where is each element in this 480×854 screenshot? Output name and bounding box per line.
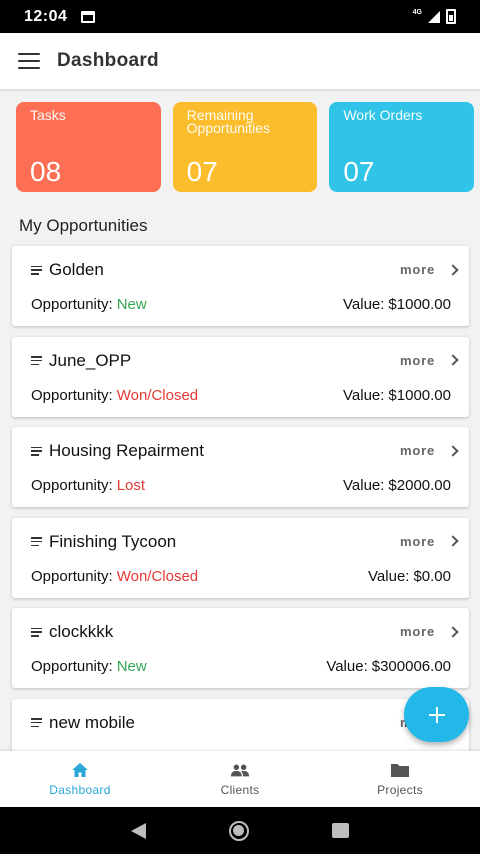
dashboard-content: Tasks 08 Remaining Opportunities 07 Work…	[0, 89, 480, 751]
stat-title: Work Orders	[343, 107, 423, 123]
opportunity-status: New	[116, 296, 147, 313]
list-icon	[31, 265, 42, 275]
opportunity-list: Golden more Opportunity: New Value: $1000.…	[12, 246, 469, 751]
chevron-right-icon	[447, 625, 459, 638]
opportunity-card[interactable]: June_OPP more Opportunity: Won/Closed Val…	[12, 336, 469, 417]
list-icon	[31, 627, 42, 637]
value-prefix: Value:	[343, 296, 385, 313]
more-label: more	[400, 352, 435, 368]
stat-value: 07	[343, 156, 375, 187]
add-opportunity-button[interactable]	[404, 687, 469, 742]
battery-icon	[446, 9, 456, 24]
opportunity-value: $300006.00	[371, 658, 451, 675]
chevron-right-icon	[447, 263, 459, 276]
recent-apps-icon[interactable]	[331, 823, 349, 838]
opportunity-name: clockkkk	[49, 622, 114, 641]
opportunity-status: New	[116, 658, 147, 675]
opportunity-value: $1000.00	[388, 296, 451, 313]
chevron-right-icon	[447, 444, 459, 457]
opportunity-card[interactable]: Finishing Tycoon more Opportunity: Won/Cl…	[12, 517, 469, 598]
opportunity-name: Housing Repairment	[49, 441, 204, 460]
tab-clients[interactable]: Clients	[160, 751, 320, 807]
opportunity-card[interactable]: new mobile more	[12, 698, 469, 751]
status-time: 12:04	[24, 7, 68, 25]
stat-title: Remaining Opportunities	[186, 107, 270, 136]
stat-card-tasks[interactable]: Tasks 08	[16, 102, 161, 192]
stat-value: 07	[186, 156, 218, 187]
opportunity-status: Won/Closed	[116, 386, 199, 404]
home-button-icon[interactable]	[228, 820, 249, 841]
calendar-icon	[81, 10, 96, 23]
tab-dashboard[interactable]: Dashboard	[0, 751, 160, 807]
value-prefix: Value:	[368, 567, 410, 585]
opportunity-name: Finishing Tycoon	[49, 531, 177, 551]
network-type: 4G	[412, 9, 422, 16]
section-title: My Opportunities	[19, 216, 148, 235]
opportunity-status: Lost	[116, 477, 146, 494]
opportunity-card[interactable]: Housing Repairment more Opportunity: Lost…	[12, 427, 469, 507]
opportunity-status: Won/Closed	[116, 567, 199, 585]
list-icon	[31, 446, 42, 456]
status-indicators: 4G	[413, 9, 456, 24]
opportunity-name: June_OPP	[49, 350, 132, 370]
people-icon	[230, 762, 250, 778]
opportunity-value: $0.00	[413, 567, 451, 585]
more-label: more	[400, 624, 435, 639]
more-link[interactable]: more	[400, 352, 459, 368]
folder-icon	[390, 762, 410, 778]
value-prefix: Value:	[326, 658, 368, 675]
stat-card-work-orders[interactable]: Work Orders 07	[329, 102, 475, 192]
app-bar: Dashboard	[0, 33, 480, 89]
status-prefix: Opportunity:	[31, 386, 113, 404]
more-link[interactable]: more	[400, 624, 459, 639]
tab-label: Dashboard	[49, 782, 111, 797]
stat-value: 08	[30, 156, 62, 187]
stat-card-remaining-opportunities[interactable]: Remaining Opportunities 07	[172, 102, 318, 192]
opportunity-card[interactable]: clockkkk more Opportunity: New Value: $300…	[12, 608, 469, 688]
opportunity-name: new mobile	[49, 712, 135, 732]
signal-icon	[428, 10, 440, 23]
status-prefix: Opportunity:	[31, 658, 113, 675]
system-navigation-bar	[0, 807, 480, 854]
opportunity-value: $1000.00	[388, 386, 451, 404]
status-bar: 12:04 4G	[0, 0, 480, 33]
more-link[interactable]: more	[400, 443, 459, 458]
chevron-right-icon	[447, 535, 459, 547]
bottom-nav: Dashboard Clients Projects	[0, 751, 480, 807]
plus-icon	[428, 706, 445, 723]
stat-cards: Tasks 08 Remaining Opportunities 07 Work…	[16, 102, 475, 192]
more-link[interactable]: more	[400, 262, 459, 277]
list-icon	[31, 537, 42, 546]
more-label: more	[400, 443, 435, 458]
list-icon	[31, 718, 42, 727]
opportunity-value: $2000.00	[388, 477, 451, 494]
page-title: Dashboard	[57, 50, 159, 71]
home-icon	[70, 762, 90, 778]
opportunity-name: Golden	[49, 260, 104, 279]
list-icon	[31, 356, 42, 365]
opportunity-card[interactable]: Golden more Opportunity: New Value: $1000.…	[12, 246, 469, 326]
status-prefix: Opportunity:	[31, 296, 113, 313]
tab-projects[interactable]: Projects	[320, 751, 480, 807]
value-prefix: Value:	[343, 477, 385, 494]
back-icon[interactable]	[131, 822, 147, 839]
more-label: more	[400, 533, 435, 549]
tab-label: Clients	[220, 782, 260, 797]
stat-title: Tasks	[30, 107, 66, 123]
more-link[interactable]: more	[400, 533, 459, 549]
more-label: more	[400, 262, 435, 277]
tab-label: Projects	[377, 782, 423, 797]
status-prefix: Opportunity:	[31, 567, 113, 585]
menu-icon[interactable]	[18, 53, 40, 69]
value-prefix: Value:	[343, 386, 385, 404]
status-prefix: Opportunity:	[31, 477, 113, 494]
chevron-right-icon	[447, 354, 459, 366]
